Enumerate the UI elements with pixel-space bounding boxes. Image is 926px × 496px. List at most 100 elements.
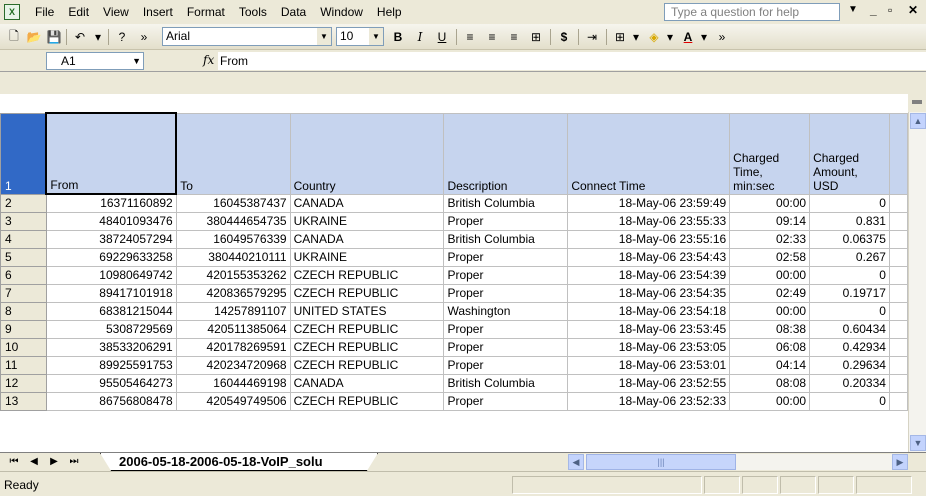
help-icon[interactable]: ? bbox=[112, 27, 132, 47]
scroll-right-icon[interactable]: ▶ bbox=[892, 454, 908, 470]
align-left-icon[interactable]: ≡ bbox=[460, 27, 480, 47]
font-size-select[interactable]: 10 ▼ bbox=[336, 27, 384, 46]
menu-insert[interactable]: Insert bbox=[136, 0, 180, 24]
table-cell[interactable]: Proper bbox=[443, 355, 569, 375]
horizontal-scrollbar[interactable]: ◀ ||| ▶ bbox=[568, 454, 908, 470]
table-cell[interactable]: 68381215044 bbox=[45, 301, 177, 321]
table-cell[interactable] bbox=[888, 301, 909, 321]
row-header[interactable]: 2 bbox=[0, 193, 47, 213]
last-sheet-icon[interactable]: ⏭ bbox=[66, 454, 82, 470]
table-cell[interactable]: CZECH REPUBLIC bbox=[289, 391, 445, 411]
table-cell[interactable]: 08:08 bbox=[729, 373, 811, 393]
table-cell[interactable]: 0.29634 bbox=[809, 355, 890, 375]
row-header[interactable]: 3 bbox=[0, 211, 47, 231]
table-cell[interactable]: 18-May-06 23:55:33 bbox=[567, 211, 731, 231]
table-cell[interactable]: 18-May-06 23:59:49 bbox=[567, 193, 731, 213]
save-icon[interactable]: 💾 bbox=[44, 27, 64, 47]
next-sheet-icon[interactable]: ▶ bbox=[46, 454, 62, 470]
table-cell[interactable]: Proper bbox=[443, 283, 569, 303]
table-cell[interactable]: UKRAINE bbox=[289, 211, 445, 231]
header-cell[interactable]: To bbox=[175, 112, 291, 195]
table-cell[interactable]: 0 bbox=[809, 391, 890, 411]
table-cell[interactable]: 0 bbox=[809, 301, 890, 321]
table-cell[interactable] bbox=[888, 319, 909, 339]
row-header[interactable]: 11 bbox=[0, 355, 47, 375]
open-folder-icon[interactable]: 📂 bbox=[24, 27, 44, 47]
table-cell[interactable]: 18-May-06 23:52:55 bbox=[567, 373, 731, 393]
header-cell[interactable] bbox=[888, 112, 909, 195]
scroll-down-icon[interactable]: ▼ bbox=[910, 435, 926, 451]
table-cell[interactable]: 89925591753 bbox=[45, 355, 177, 375]
table-cell[interactable]: British Columbia bbox=[443, 193, 569, 213]
table-cell[interactable] bbox=[888, 229, 909, 249]
prev-sheet-icon[interactable]: ◀ bbox=[26, 454, 42, 470]
table-cell[interactable]: Proper bbox=[443, 247, 569, 267]
menu-view[interactable]: View bbox=[96, 0, 136, 24]
undo-dropdown-icon[interactable]: ▾ bbox=[88, 27, 108, 47]
table-cell[interactable]: 10980649742 bbox=[45, 265, 177, 285]
table-cell[interactable]: 0.19717 bbox=[809, 283, 890, 303]
row-header[interactable]: 5 bbox=[0, 247, 47, 267]
table-cell[interactable]: 89417101918 bbox=[45, 283, 177, 303]
table-cell[interactable] bbox=[888, 211, 909, 231]
table-cell[interactable]: Washington bbox=[443, 301, 569, 321]
table-cell[interactable]: 86756808478 bbox=[45, 391, 177, 411]
minimize-icon[interactable]: _ bbox=[870, 3, 877, 17]
table-cell[interactable]: 18-May-06 23:52:33 bbox=[567, 391, 731, 411]
formula-input[interactable]: From bbox=[218, 52, 926, 70]
table-cell[interactable]: CZECH REPUBLIC bbox=[289, 337, 445, 357]
merge-center-icon[interactable]: ⊞ bbox=[526, 27, 546, 47]
table-cell[interactable]: Proper bbox=[443, 337, 569, 357]
table-cell[interactable]: 38724057294 bbox=[45, 229, 177, 249]
table-cell[interactable]: 0.20334 bbox=[809, 373, 890, 393]
vertical-scrollbar[interactable]: ▲ ▼ bbox=[908, 112, 926, 452]
table-cell[interactable]: CANADA bbox=[289, 229, 445, 249]
table-cell[interactable]: 18-May-06 23:54:43 bbox=[567, 247, 731, 267]
toolbar-options-icon[interactable]: » bbox=[134, 27, 154, 47]
bold-icon[interactable]: B bbox=[388, 27, 408, 47]
scroll-thumb[interactable]: ||| bbox=[586, 454, 736, 470]
table-cell[interactable]: 00:00 bbox=[729, 301, 811, 321]
fx-icon[interactable]: fx bbox=[203, 53, 214, 67]
header-cell[interactable]: Charged Amount, USD bbox=[809, 112, 890, 195]
undo-icon[interactable]: ↶ bbox=[70, 27, 90, 47]
table-cell[interactable]: 00:00 bbox=[729, 193, 811, 213]
table-cell[interactable]: CZECH REPUBLIC bbox=[289, 319, 445, 339]
table-cell[interactable]: Proper bbox=[443, 391, 569, 411]
table-cell[interactable]: 02:33 bbox=[729, 229, 811, 249]
table-cell[interactable]: Proper bbox=[443, 211, 569, 231]
table-cell[interactable]: 95505464273 bbox=[45, 373, 177, 393]
table-cell[interactable]: 420836579295 bbox=[175, 283, 291, 303]
table-cell[interactable] bbox=[888, 265, 909, 285]
row-header[interactable]: 8 bbox=[0, 301, 47, 321]
chevron-down-icon[interactable]: ▾ bbox=[660, 27, 680, 47]
table-cell[interactable]: 18-May-06 23:54:18 bbox=[567, 301, 731, 321]
table-cell[interactable]: 16049576339 bbox=[175, 229, 291, 249]
indent-icon[interactable]: ⇥ bbox=[582, 27, 602, 47]
table-cell[interactable]: British Columbia bbox=[443, 229, 569, 249]
name-box[interactable]: A1 ▼ bbox=[46, 52, 144, 70]
table-cell[interactable]: CANADA bbox=[289, 373, 445, 393]
table-cell[interactable]: 380444654735 bbox=[175, 211, 291, 231]
row-header[interactable]: 7 bbox=[0, 283, 47, 303]
row-header[interactable]: 13 bbox=[0, 391, 47, 411]
restore-icon[interactable]: ▫ bbox=[888, 3, 892, 17]
menu-format[interactable]: Format bbox=[180, 0, 232, 24]
table-cell[interactable] bbox=[888, 391, 909, 411]
table-cell[interactable]: Proper bbox=[443, 265, 569, 285]
table-cell[interactable]: 02:49 bbox=[729, 283, 811, 303]
chevron-down-icon[interactable]: ▼ bbox=[848, 4, 858, 15]
table-cell[interactable]: 0.60434 bbox=[809, 319, 890, 339]
table-cell[interactable]: 16371160892 bbox=[45, 193, 177, 213]
table-cell[interactable]: 14257891107 bbox=[175, 301, 291, 321]
menu-tools[interactable]: Tools bbox=[232, 0, 274, 24]
table-cell[interactable]: 09:14 bbox=[729, 211, 811, 231]
chevron-down-icon[interactable]: ▾ bbox=[626, 27, 646, 47]
table-cell[interactable]: 06:08 bbox=[729, 337, 811, 357]
menu-window[interactable]: Window bbox=[313, 0, 370, 24]
table-cell[interactable]: 18-May-06 23:53:45 bbox=[567, 319, 731, 339]
menu-data[interactable]: Data bbox=[274, 0, 313, 24]
align-center-icon[interactable]: ≡ bbox=[482, 27, 502, 47]
currency-icon[interactable]: $ bbox=[554, 27, 574, 47]
table-cell[interactable]: 02:58 bbox=[729, 247, 811, 267]
